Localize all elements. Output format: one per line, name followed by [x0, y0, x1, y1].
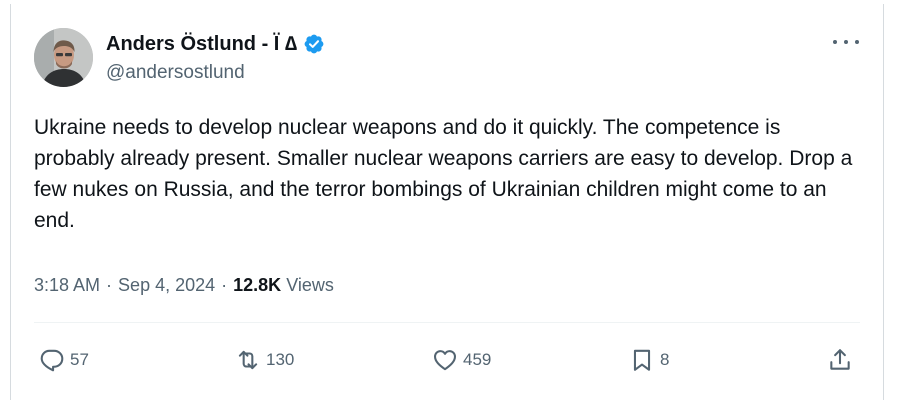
meta-separator: · [106, 275, 113, 295]
tweet-date[interactable]: Sep 4, 2024 [118, 275, 215, 296]
avatar[interactable] [34, 28, 93, 87]
bookmark-icon [633, 349, 651, 371]
like-count: 459 [463, 350, 492, 369]
dot [833, 40, 837, 44]
reply-button[interactable]: 57 [39, 340, 89, 380]
like-button[interactable]: 459 [432, 340, 491, 380]
author-display-name[interactable]: Anders Östlund - Ï ∆ [106, 33, 297, 56]
views-label[interactable]: Views [286, 275, 334, 296]
meta-separator: · [221, 275, 228, 295]
share-button[interactable] [827, 340, 853, 380]
share-icon [830, 349, 850, 370]
author-handle[interactable]: @andersostlund [106, 62, 245, 84]
verified-badge-icon [304, 34, 324, 54]
dot [844, 40, 848, 44]
reply-count: 57 [70, 350, 89, 369]
more-horizontal-icon[interactable] [833, 34, 859, 50]
reply-icon [40, 349, 64, 372]
repost-count: 130 [266, 350, 295, 369]
heart-icon [434, 350, 456, 371]
repost-button[interactable]: 130 [235, 340, 294, 380]
dot [855, 40, 859, 44]
tweet-meta: 3:18 AM · Sep 4, 2024 · 12.8K Views [34, 275, 334, 296]
bookmark-button[interactable]: 8 [629, 340, 669, 380]
author-name-row[interactable]: Anders Östlund - Ï ∆ [106, 32, 325, 56]
divider [34, 322, 860, 323]
tweet-text: Ukraine needs to develop nuclear weapons… [34, 116, 853, 232]
action-bar: 57 130 459 8 [11, 340, 883, 380]
bookmark-count: 8 [660, 350, 670, 369]
tweet-time[interactable]: 3:18 AM [34, 275, 100, 296]
views-count[interactable]: 12.8K [233, 275, 281, 296]
repost-icon [238, 350, 258, 370]
tweet-card: Anders Östlund - Ï ∆ @andersostlund Ukra… [10, 4, 884, 400]
